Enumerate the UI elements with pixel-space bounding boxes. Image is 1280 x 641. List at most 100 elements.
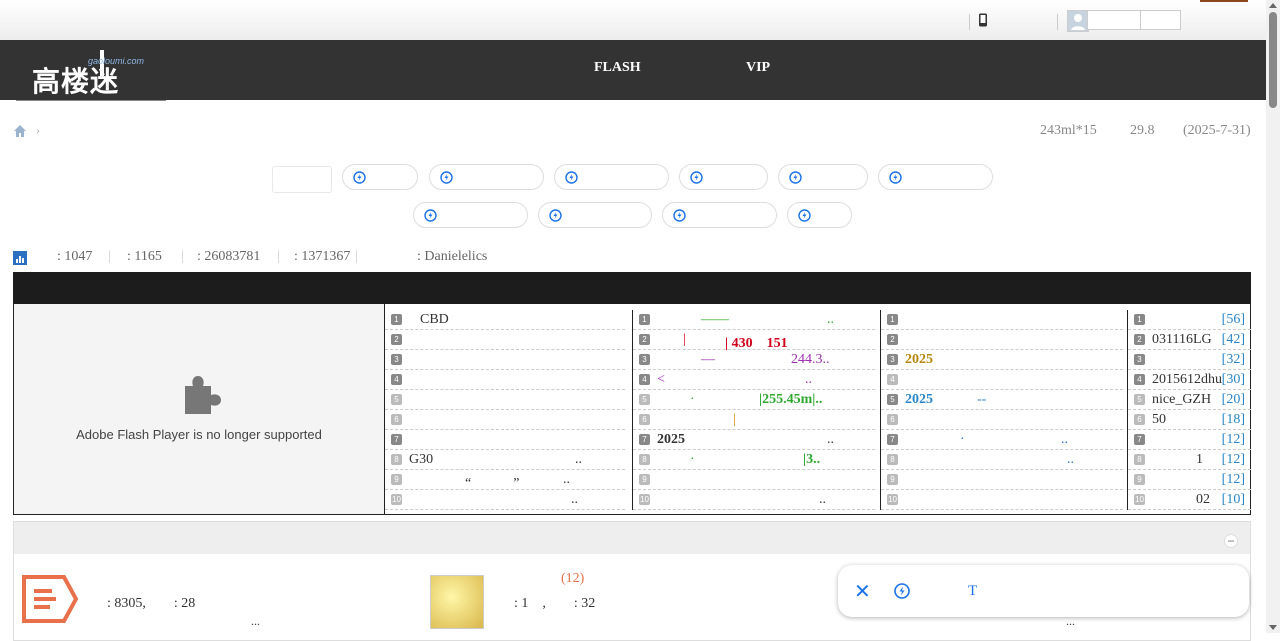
list-item[interactable]: 1 [56] [1128,310,1251,330]
forum-pill[interactable] [787,202,852,228]
username-input[interactable] [1087,10,1142,30]
collapse-icon[interactable] [1224,534,1238,548]
site-logo[interactable]: gaoloumi.com 高楼迷 [16,40,166,101]
poster-name[interactable]: 031116LG [1152,332,1212,348]
forum-pill[interactable] [679,164,768,190]
list-item[interactable]: 5 · |255.45m|.. [633,390,875,410]
mobile-phone-icon[interactable] [978,13,988,27]
list-item[interactable]: 9 [633,470,875,490]
list-item[interactable]: 2 | | 430 151 [633,330,875,351]
list-item[interactable]: 6 | [633,410,875,430]
forum-pill[interactable] [878,164,993,190]
list-item[interactable]: 5 nice_GZH [20] [1128,390,1251,410]
list-item[interactable]: 9 [881,470,1123,490]
list-item[interactable]: 8 G30.. [385,450,625,470]
forum-document-icon[interactable] [22,575,78,623]
breadcrumb-separator: › [36,123,40,137]
nav-flash[interactable]: FLASH [594,60,641,76]
poster-name[interactable]: 50 [1152,412,1166,428]
item-title[interactable]: < [657,372,665,388]
item-title[interactable]: — [701,352,715,368]
list-item[interactable]: 1 ——.. [633,310,875,330]
home-icon[interactable] [13,124,27,138]
scroll-down-arrow-icon[interactable] [1269,625,1277,630]
list-item[interactable]: 4 [881,370,1123,390]
list-item[interactable]: 6 50 [18] [1128,410,1251,430]
bolt-circle-icon[interactable] [894,583,910,599]
item-subtitle: -- [977,392,987,407]
item-title[interactable]: —— [701,312,729,328]
forum-pill-active[interactable] [272,166,332,193]
rank-badge: 6 [1134,414,1145,425]
item-ellipsis: .. [563,472,570,487]
list-item[interactable]: 8 · |3.. [633,450,875,470]
rank-badge: 6 [391,414,402,425]
item-subtitle: | [733,412,736,427]
list-item[interactable]: 1 [881,310,1123,330]
poster-name[interactable]: 2015612dhu [1152,372,1222,388]
divider: | [355,249,358,264]
poster-name[interactable]: 1 [1196,452,1203,468]
item-title[interactable]: “ ” [465,472,519,492]
list-item[interactable]: 7 ·.. [881,430,1123,450]
forum-pill[interactable] [662,202,777,228]
item-title[interactable]: G30 [409,452,433,468]
list-item[interactable]: 3 2025 [881,350,1123,370]
vertical-scrollbar[interactable] [1266,0,1280,633]
list-item[interactable]: 10.. [633,490,875,510]
close-icon[interactable]: ✕ [854,581,871,601]
list-item[interactable]: 2 031116LG [42] [1128,330,1251,350]
scroll-up-arrow-icon[interactable] [1269,3,1277,8]
list-item[interactable]: 4 [385,370,625,390]
login-button[interactable] [1140,10,1181,30]
list-item[interactable]: 8 1 [12] [1128,450,1251,470]
list-item[interactable]: 2 [385,330,625,350]
item-title[interactable]: · [690,392,695,408]
list-item[interactable]: 7 [385,430,625,450]
promo-date: (2025-7-31) [1183,123,1251,138]
list-item[interactable]: 10 [881,490,1123,510]
list-item[interactable]: 4 2015612dhu [30] [1128,370,1251,390]
list-item[interactable]: 7 2025.. [633,430,875,450]
forum-pill[interactable] [554,164,669,190]
top-utility-bar [0,0,1266,41]
list-item[interactable]: 3 — 244.3.. [633,350,875,370]
poster-name[interactable]: nice_GZH [1152,392,1211,408]
item-title[interactable]: · [690,452,695,468]
forum-pill[interactable] [778,164,868,190]
list-item[interactable]: 6 [881,410,1123,430]
list-item[interactable]: 7 [12] [1128,430,1251,450]
poster-name[interactable]: 02 [1196,492,1210,508]
forum-pill[interactable] [413,202,528,228]
scrollbar-thumb[interactable] [1269,12,1277,108]
text-tool-button[interactable]: T [968,583,977,600]
item-title[interactable]: · [960,432,965,448]
item-title[interactable]: 2025 [657,432,685,448]
list-item[interactable]: 3 [32] [1128,350,1251,370]
item-title[interactable]: 2025 [905,352,933,368]
list-item[interactable]: 5 2025 -- [881,390,1123,410]
list-item[interactable]: 5 [385,390,625,410]
nav-vip[interactable]: VIP [746,60,770,76]
list-item[interactable]: 3 [385,350,625,370]
list-item[interactable]: 9 [12] [1128,470,1251,490]
list-item[interactable]: 1 CBD [385,310,625,330]
forum-last-post[interactable]: ... [251,614,260,629]
item-title[interactable]: | [683,332,686,348]
list-item[interactable]: 10 02 [10] [1128,490,1251,510]
list-item[interactable]: 6 [385,410,625,430]
item-title[interactable]: 2025 [905,392,933,408]
list-item[interactable]: 10.. [385,490,625,510]
forum-map-thumbnail[interactable] [430,575,484,629]
user-avatar-icon[interactable] [1067,10,1089,32]
list-item[interactable]: 9 “ ”.. [385,470,625,492]
item-title[interactable]: CBD [420,312,449,328]
list-item[interactable]: 2 [881,330,1123,350]
forum-pill[interactable] [429,164,544,190]
promo-text: 243ml*15 [1040,123,1097,138]
item-subtitle: |255.45m|.. [759,392,823,407]
list-item[interactable]: 4 <.. [633,370,875,390]
forum-pill[interactable] [538,202,652,228]
list-item[interactable]: 8.. [881,450,1123,470]
forum-pill[interactable] [342,164,418,190]
